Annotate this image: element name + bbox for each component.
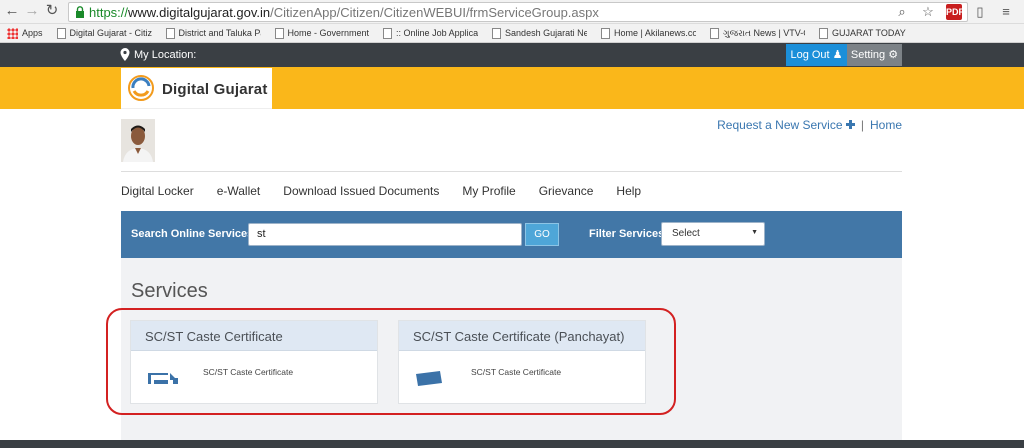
url-text: https://www.digitalgujarat.gov.in/Citize… [89, 5, 599, 20]
nav-help[interactable]: Help [616, 184, 641, 198]
divider [121, 171, 902, 172]
bookmark-label: Apps [22, 28, 43, 38]
separator: | [860, 118, 864, 132]
site-topbar: My Location: Log Out ♟ Setting ⚙ [0, 43, 1024, 67]
bookmark-label: Home - Government [287, 28, 370, 38]
bookmark-label: ગુજરાત News | VTV-G [723, 27, 806, 38]
search-input[interactable]: st [248, 223, 522, 246]
forward-arrow-icon[interactable]: → [24, 3, 40, 19]
bookmark-item[interactable]: :: Online Job Applicati [376, 24, 485, 42]
home-link[interactable]: Home [870, 118, 902, 132]
gear-icon: ⚙ [888, 49, 899, 61]
page-icon [383, 27, 393, 39]
bookmark-item[interactable]: Home - Government [268, 24, 377, 42]
apps-icon [7, 27, 18, 39]
lock-icon [76, 6, 84, 18]
page-icon [165, 27, 175, 39]
user-photo [121, 119, 155, 162]
browser-toolbar: ← → ↻ https://www.digitalgujarat.gov.in/… [0, 0, 1024, 24]
bookmark-label: :: Online Job Applicati [396, 28, 479, 38]
footer-strip [0, 440, 1024, 448]
nav-digital-locker[interactable]: Digital Locker [121, 184, 194, 198]
logout-button[interactable]: Log Out ♟ [786, 44, 847, 66]
address-bar[interactable]: https://www.digitalgujarat.gov.in/Citize… [68, 2, 968, 22]
request-new-service-link[interactable]: Request a New Service [717, 118, 855, 132]
my-location[interactable]: My Location: [120, 48, 196, 61]
services-heading: Services [131, 280, 208, 302]
bookmark-label: Sandesh Gujarati New [505, 28, 588, 38]
page-icon [492, 27, 502, 39]
bookmark-label: GUJARAT TODAY [832, 28, 906, 38]
page-icon [601, 27, 611, 39]
search-bar: Search Online Services st GO Filter Serv… [121, 211, 902, 258]
digital-gujarat-logo-icon [128, 75, 154, 101]
bookmark-label: Digital Gujarat - Citize [69, 28, 152, 38]
filter-label: Filter Services [589, 228, 665, 240]
nav-my-profile[interactable]: My Profile [462, 184, 515, 198]
user-icon: ♟ [832, 49, 843, 61]
bookmark-star-icon[interactable]: ☆ [920, 4, 936, 20]
search-label: Search Online Services [131, 228, 254, 240]
caret-down-icon: ▼ [751, 229, 758, 236]
back-arrow-icon[interactable]: ← [4, 3, 20, 19]
highlight-annotation [106, 308, 676, 415]
page-icon [819, 27, 829, 39]
bookmark-item[interactable]: Home | Akilanews.con [594, 24, 703, 42]
reload-icon[interactable]: ↻ [44, 3, 60, 19]
menu-icon[interactable]: ≡ [998, 4, 1014, 20]
page-icon [274, 27, 284, 39]
bookmark-item[interactable]: GUJARAT TODAY [812, 24, 913, 42]
main-nav: Digital Locker e-Wallet Download Issued … [121, 184, 641, 198]
bookmark-label: District and Taluka Pa [178, 28, 261, 38]
nav-download-issued-documents[interactable]: Download Issued Documents [283, 184, 439, 198]
plus-icon [845, 120, 855, 129]
pdf-extension-icon[interactable]: PDF [946, 4, 964, 20]
bookmarks-bar: Apps Digital Gujarat - Citize District and… [0, 24, 1024, 43]
mobile-device-icon[interactable]: ▯ [972, 4, 988, 20]
nav-e-wallet[interactable]: e-Wallet [217, 184, 261, 198]
nav-grievance[interactable]: Grievance [539, 184, 594, 198]
bookmark-item[interactable]: Digital Gujarat - Citize [50, 24, 159, 42]
filter-selected-value: Select [672, 228, 700, 239]
page-icon [710, 27, 720, 39]
go-button[interactable]: GO [525, 223, 559, 246]
bookmark-item[interactable]: Apps [0, 24, 50, 42]
header-links: Request a New Service | Home [717, 118, 902, 132]
brand-name: Digital Gujarat [162, 81, 268, 98]
location-label: My Location: [134, 48, 197, 61]
zoom-icon[interactable]: ⌕ [894, 4, 910, 20]
filter-services-select[interactable]: Select ▼ [661, 222, 765, 246]
bookmark-item[interactable]: Sandesh Gujarati New [485, 24, 594, 42]
setting-button[interactable]: Setting ⚙ [847, 44, 902, 66]
page-icon [56, 27, 66, 39]
bookmark-item[interactable]: ગુજરાત News | VTV-G [703, 24, 812, 42]
bookmark-item[interactable]: District and Taluka Pa [159, 24, 268, 42]
brand-logo[interactable]: Digital Gujarat [121, 68, 272, 109]
location-pin-icon [120, 48, 130, 61]
avatar[interactable] [121, 119, 155, 162]
bookmark-label: Home | Akilanews.con [614, 28, 697, 38]
